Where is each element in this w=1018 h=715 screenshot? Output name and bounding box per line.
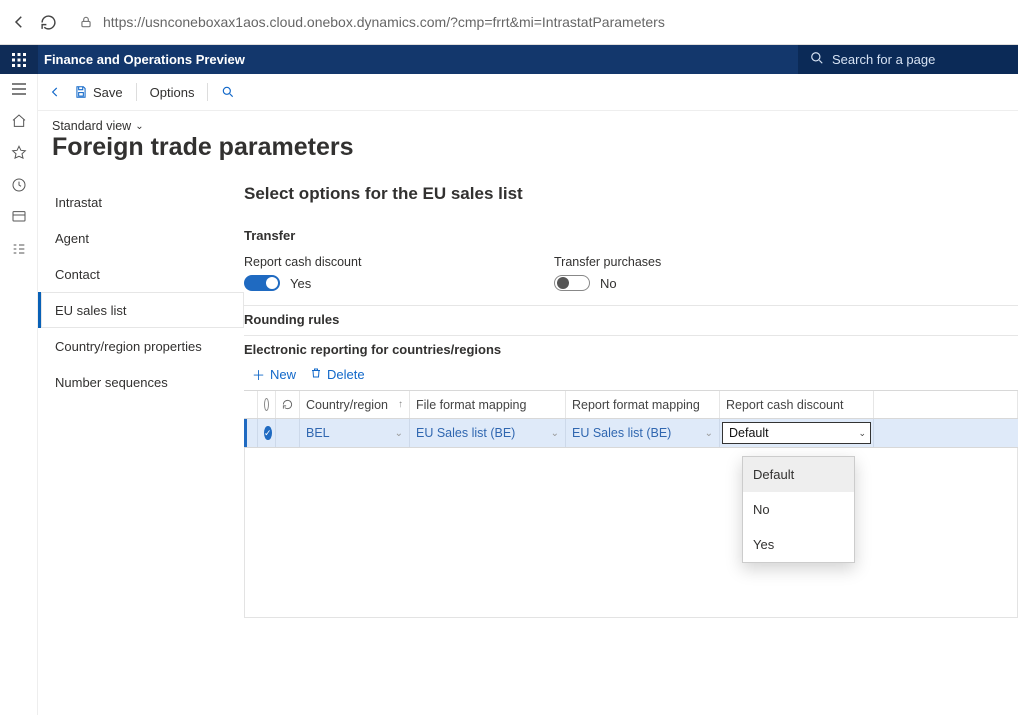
- dropdown-option-default[interactable]: Default: [743, 457, 854, 492]
- view-selector-label: Standard view: [52, 119, 131, 133]
- chevron-down-icon: ⌄: [858, 428, 866, 439]
- report-cash-discount-toggle[interactable]: [244, 275, 280, 291]
- page-head: Standard view ⌄ Foreign trade parameters: [38, 111, 1018, 172]
- star-icon[interactable]: [10, 144, 28, 162]
- grid-header: Country/region↑ File format mapping Repo…: [244, 391, 1018, 419]
- address-bar[interactable]: https://usnconeboxax1aos.cloud.onebox.dy…: [69, 7, 1008, 37]
- detail-panel: Select options for the EU sales list Tra…: [244, 172, 1018, 715]
- report-cash-discount-value: Yes: [290, 276, 311, 291]
- reload-button[interactable]: [40, 14, 57, 31]
- transfer-purchases-toggle[interactable]: [554, 275, 590, 291]
- cell-country[interactable]: BEL⌄: [300, 419, 410, 447]
- action-bar: Save Options: [38, 74, 1018, 111]
- waffle-icon[interactable]: [0, 45, 38, 74]
- browser-toolbar: https://usnconeboxax1aos.cloud.onebox.dy…: [0, 0, 1018, 45]
- trash-icon: [310, 367, 322, 382]
- report-cash-discount-dropdown[interactable]: Default ⌄: [722, 422, 871, 444]
- page-title: Foreign trade parameters: [52, 133, 1018, 162]
- section-electronic-reporting[interactable]: Electronic reporting for countries/regio…: [244, 335, 1018, 365]
- dropdown-option-yes[interactable]: Yes: [743, 527, 854, 562]
- global-search[interactable]: Search for a page: [798, 45, 1018, 74]
- col-report-cash-discount[interactable]: Report cash discount: [720, 391, 874, 418]
- new-button[interactable]: ＋ New: [252, 365, 296, 384]
- modules-icon[interactable]: [10, 240, 28, 258]
- chevron-down-icon: ⌄: [551, 428, 559, 439]
- detail-heading: Select options for the EU sales list: [244, 184, 1018, 222]
- lock-icon: [79, 15, 93, 29]
- er-grid: Country/region↑ File format mapping Repo…: [244, 390, 1018, 448]
- plus-icon: ＋: [252, 365, 265, 384]
- view-selector[interactable]: Standard view ⌄: [52, 119, 1018, 133]
- hamburger-icon[interactable]: [10, 80, 28, 98]
- transfer-purchases-value: No: [600, 276, 617, 291]
- app-header: Finance and Operations Preview Search fo…: [0, 45, 1018, 74]
- workspace-icon[interactable]: [10, 208, 28, 226]
- chevron-down-icon: ⌄: [135, 121, 143, 132]
- grid-toolbar: ＋ New Delete: [244, 365, 1018, 390]
- nav-intrastat[interactable]: Intrastat: [38, 184, 244, 220]
- back-button[interactable]: [10, 13, 28, 31]
- report-cash-discount-label: Report cash discount: [244, 255, 424, 269]
- new-button-label: New: [270, 367, 296, 382]
- nav-eu-sales-list[interactable]: EU sales list: [38, 292, 244, 328]
- report-cash-discount-dropdown-menu: Default No Yes: [742, 456, 855, 563]
- options-action[interactable]: Options: [150, 85, 195, 100]
- select-all-column[interactable]: [258, 391, 276, 418]
- cell-report-cash-discount[interactable]: Default ⌄: [720, 419, 874, 447]
- sort-asc-icon: ↑: [398, 399, 403, 410]
- cell-file-format[interactable]: EU Sales list (BE)⌄: [410, 419, 566, 447]
- save-action-label: Save: [93, 85, 123, 100]
- nav-number-sequences[interactable]: Number sequences: [38, 364, 244, 400]
- page-search-icon[interactable]: [221, 85, 235, 99]
- section-rounding-rules[interactable]: Rounding rules: [244, 305, 1018, 335]
- delete-button-label: Delete: [327, 367, 365, 382]
- home-icon[interactable]: [10, 112, 28, 130]
- back-action[interactable]: [48, 85, 62, 99]
- table-row[interactable]: ✓ BEL⌄ EU Sales list (BE)⌄ EU Sales list…: [244, 419, 1018, 447]
- section-transfer[interactable]: Transfer: [244, 222, 1018, 251]
- search-icon: [810, 51, 824, 68]
- search-placeholder: Search for a page: [832, 52, 935, 67]
- options-action-label: Options: [150, 85, 195, 100]
- col-report-format[interactable]: Report format mapping: [566, 391, 720, 418]
- transfer-purchases-field: Transfer purchases No: [554, 255, 734, 291]
- refresh-column-icon[interactable]: [276, 391, 300, 418]
- delete-button[interactable]: Delete: [310, 367, 365, 382]
- report-cash-discount-field: Report cash discount Yes: [244, 255, 424, 291]
- col-country[interactable]: Country/region↑: [300, 391, 410, 418]
- dropdown-option-no[interactable]: No: [743, 492, 854, 527]
- save-action[interactable]: Save: [74, 85, 123, 100]
- app-title: Finance and Operations Preview: [38, 52, 798, 67]
- nav-country-region-properties[interactable]: Country/region properties: [38, 328, 244, 364]
- chevron-down-icon: ⌄: [395, 428, 403, 439]
- row-selected-icon[interactable]: ✓: [258, 419, 276, 447]
- section-nav: Intrastat Agent Contact EU sales list Co…: [38, 172, 244, 715]
- cell-report-format[interactable]: EU Sales list (BE)⌄: [566, 419, 720, 447]
- clock-icon[interactable]: [10, 176, 28, 194]
- url-text: https://usnconeboxax1aos.cloud.onebox.dy…: [103, 14, 665, 30]
- nav-agent[interactable]: Agent: [38, 220, 244, 256]
- report-cash-discount-value: Default: [729, 426, 769, 440]
- left-rail: [0, 74, 38, 715]
- transfer-purchases-label: Transfer purchases: [554, 255, 734, 269]
- col-file-format[interactable]: File format mapping: [410, 391, 566, 418]
- nav-contact[interactable]: Contact: [38, 256, 244, 292]
- chevron-down-icon: ⌄: [705, 428, 713, 439]
